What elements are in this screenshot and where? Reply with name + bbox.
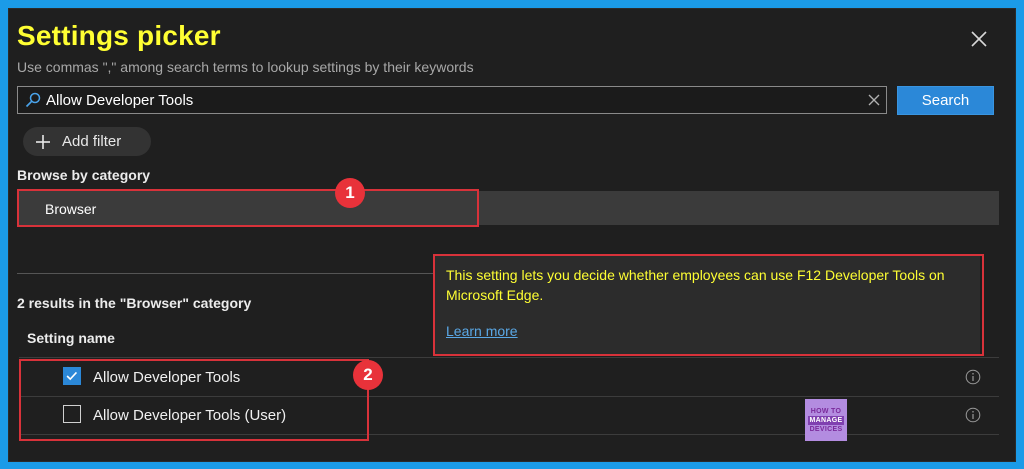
dialog-title: Settings picker [17,20,221,51]
logo-line-2: MANAGE [807,415,845,425]
callout-box-category [17,189,479,227]
logo-line-3: DEVICES [809,425,843,433]
table-header-divider [19,357,999,358]
info-icon[interactable] [965,407,981,423]
column-header-setting-name: Setting name [27,330,115,346]
add-filter-button[interactable]: Add filter [23,127,151,156]
dialog-subtitle: Use commas "," among search terms to loo… [17,59,474,75]
search-box [17,86,887,114]
watermark-logo: HOW TO MANAGE DEVICES [805,399,847,441]
annotation-badge-2: 2 [353,360,383,390]
callout-box-tooltip [433,254,984,356]
search-input[interactable] [46,89,846,111]
search-button[interactable]: Search [897,86,994,115]
plus-icon [36,134,50,149]
settings-picker-dialog: Settings picker Use commas "," among sea… [8,8,1016,462]
add-filter-label: Add filter [62,133,122,150]
section-divider [17,273,437,274]
search-icon [25,92,41,108]
annotation-badge-1: 1 [335,178,365,208]
results-summary: 2 results in the "Browser" category [17,295,252,311]
callout-box-results [19,359,369,441]
browse-by-category-label: Browse by category [17,167,151,183]
info-icon[interactable] [965,369,981,385]
clear-icon[interactable] [868,94,880,106]
close-icon[interactable] [969,29,989,49]
logo-line-1: HOW TO [810,407,842,415]
